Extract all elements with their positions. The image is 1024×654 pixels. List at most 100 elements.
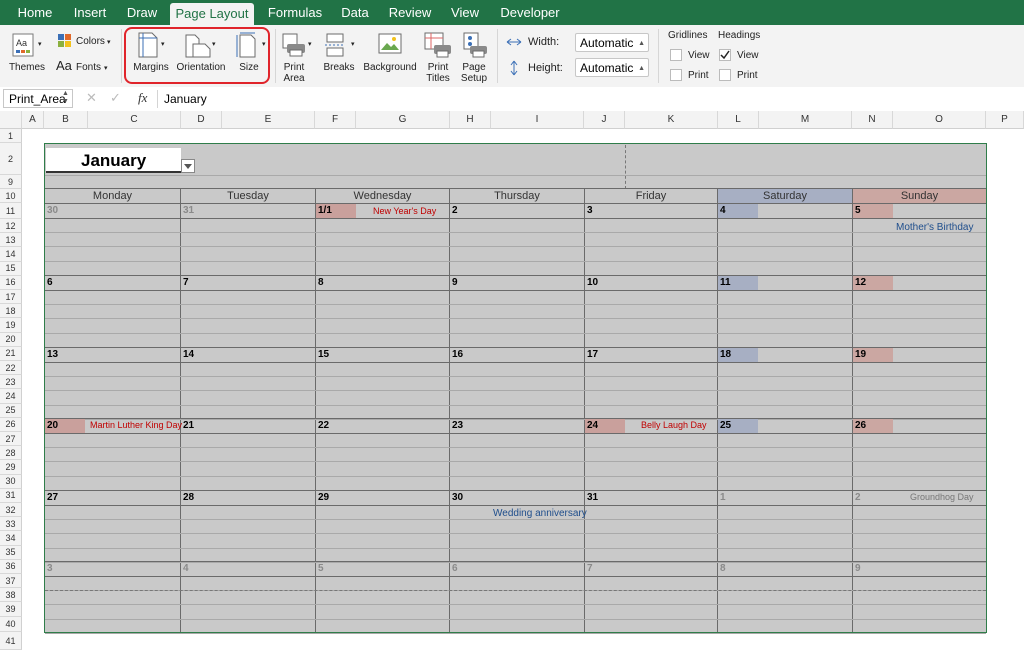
row-header[interactable]: 24 <box>0 389 22 404</box>
calendar-date-cell[interactable]: 31 <box>585 491 625 505</box>
calendar-date-cell[interactable]: 4 <box>181 562 221 576</box>
tab-review[interactable]: Review <box>382 0 438 25</box>
row-header[interactable]: 12 <box>0 219 22 234</box>
column-header[interactable]: H <box>450 111 491 129</box>
row-header[interactable]: 22 <box>0 361 22 376</box>
row-header[interactable]: 33 <box>0 517 22 532</box>
enter-icon[interactable]: ✓ <box>110 90 121 106</box>
calendar-date-cell[interactable]: 5 <box>853 204 893 218</box>
calendar-date-cell[interactable]: 26 <box>853 419 893 433</box>
column-header[interactable]: L <box>718 111 759 129</box>
row-header[interactable]: 41 <box>0 632 22 650</box>
row-header[interactable]: 18 <box>0 304 22 319</box>
tab-draw[interactable]: Draw <box>118 0 166 25</box>
calendar-date-cell[interactable]: 1/1 <box>316 204 356 218</box>
row-header[interactable]: 16 <box>0 275 22 290</box>
row-header[interactable]: 28 <box>0 446 22 461</box>
page-setup-label[interactable]: Page Setup <box>457 62 491 84</box>
breaks-icon[interactable] <box>325 33 347 57</box>
tab-view[interactable]: View <box>444 0 486 25</box>
calendar-date-cell[interactable]: 22 <box>316 419 356 433</box>
row-header[interactable]: 38 <box>0 588 22 603</box>
row-header[interactable]: 32 <box>0 503 22 518</box>
column-header[interactable]: E <box>222 111 315 129</box>
print-area-label[interactable]: Print Area <box>278 62 310 84</box>
row-header[interactable]: 26 <box>0 417 22 432</box>
calendar-date-cell[interactable]: 12 <box>853 276 893 290</box>
themes-icon[interactable]: Aa <box>12 33 38 57</box>
tab-home[interactable]: Home <box>8 0 62 25</box>
calendar-date-cell[interactable]: 13 <box>45 348 85 362</box>
row-header[interactable]: 20 <box>0 332 22 347</box>
calendar-date-cell[interactable]: 10 <box>585 276 625 290</box>
column-header[interactable]: P <box>986 111 1024 129</box>
print-titles-icon[interactable] <box>424 32 452 58</box>
calendar-date-cell[interactable]: 21 <box>181 419 221 433</box>
row-header[interactable]: 13 <box>0 233 22 248</box>
row-header[interactable]: 35 <box>0 545 22 560</box>
calendar-date-cell[interactable]: 23 <box>450 419 490 433</box>
calendar-date-cell[interactable]: 8 <box>718 562 758 576</box>
column-header[interactable]: M <box>759 111 852 129</box>
column-header[interactable]: J <box>584 111 625 129</box>
calendar-date-cell[interactable]: 31 <box>181 204 221 218</box>
event-groundhog-day[interactable]: Groundhog Day <box>910 491 974 504</box>
colors-label[interactable]: Colors <box>76 36 105 47</box>
row-header[interactable]: 25 <box>0 403 22 418</box>
function-icon[interactable]: fx <box>138 90 147 106</box>
event-belly-laugh-day[interactable]: Belly Laugh Day <box>641 419 707 432</box>
tab-data[interactable]: Data <box>334 0 376 25</box>
tab-formulas[interactable]: Formulas <box>262 0 328 25</box>
headings-print-checkbox[interactable] <box>719 69 731 81</box>
event-new-years-day[interactable]: New Year's Day <box>373 205 436 218</box>
formula-input[interactable]: January <box>164 92 207 106</box>
column-header[interactable]: N <box>852 111 893 129</box>
calendar-date-cell[interactable]: 30 <box>450 491 490 505</box>
calendar-date-cell[interactable]: 1 <box>718 491 758 505</box>
themes-dropdown-arrow[interactable]: ▾ <box>38 39 42 50</box>
calendar-date-cell[interactable]: 27 <box>45 491 85 505</box>
event-mothers-birthday[interactable]: Mother's Birthday <box>896 221 974 234</box>
breaks-dropdown-arrow[interactable]: ▾ <box>351 39 355 50</box>
row-header[interactable]: 36 <box>0 559 22 574</box>
fonts-dropdown-arrow[interactable]: ▾ <box>104 63 108 74</box>
row-header[interactable]: 10 <box>0 189 22 203</box>
calendar-date-cell[interactable]: 4 <box>718 204 758 218</box>
column-header[interactable]: F <box>315 111 356 129</box>
row-header[interactable]: 17 <box>0 290 22 305</box>
calendar-date-cell[interactable]: 19 <box>853 348 893 362</box>
calendar-date-cell[interactable]: 14 <box>181 348 221 362</box>
print-titles-label[interactable]: Print Titles <box>420 62 456 84</box>
calendar-date-cell[interactable]: 29 <box>316 491 356 505</box>
headings-view-checkbox[interactable] <box>719 49 731 61</box>
column-header[interactable]: G <box>356 111 450 129</box>
month-dropdown[interactable] <box>181 159 195 173</box>
height-dropdown[interactable]: Automatic ▲ <box>575 58 649 77</box>
width-dropdown[interactable]: Automatic ▲ <box>575 33 649 52</box>
calendar-date-cell[interactable]: 25 <box>718 419 758 433</box>
background-label[interactable]: Background <box>362 62 418 73</box>
gridlines-view-checkbox[interactable] <box>670 49 682 61</box>
calendar-date-cell[interactable]: 5 <box>316 562 356 576</box>
tab-developer[interactable]: Developer <box>494 0 566 25</box>
calendar-date-cell[interactable]: 28 <box>181 491 221 505</box>
calendar-date-cell[interactable]: 24 <box>585 419 625 433</box>
row-header[interactable]: 29 <box>0 460 22 475</box>
background-image-icon[interactable] <box>378 33 402 55</box>
calendar-date-cell[interactable]: 6 <box>45 276 85 290</box>
row-header[interactable]: 1 <box>0 129 22 143</box>
calendar-date-cell[interactable]: 6 <box>450 562 490 576</box>
row-header[interactable]: 27 <box>0 432 22 447</box>
row-header[interactable]: 40 <box>0 616 22 632</box>
calendar-date-cell[interactable]: 16 <box>450 348 490 362</box>
calendar-date-cell[interactable]: 17 <box>585 348 625 362</box>
row-header[interactable]: 2 <box>0 143 22 175</box>
gridlines-print-checkbox[interactable] <box>670 69 682 81</box>
calendar-date-cell[interactable]: 11 <box>718 276 758 290</box>
name-box-stepper[interactable]: ▲ ▼ <box>62 90 69 106</box>
row-header[interactable]: 23 <box>0 375 22 390</box>
calendar-date-cell[interactable]: 7 <box>585 562 625 576</box>
row-header[interactable]: 31 <box>0 488 22 503</box>
calendar-date-cell[interactable]: 3 <box>45 562 85 576</box>
page-setup-icon[interactable] <box>462 32 488 58</box>
